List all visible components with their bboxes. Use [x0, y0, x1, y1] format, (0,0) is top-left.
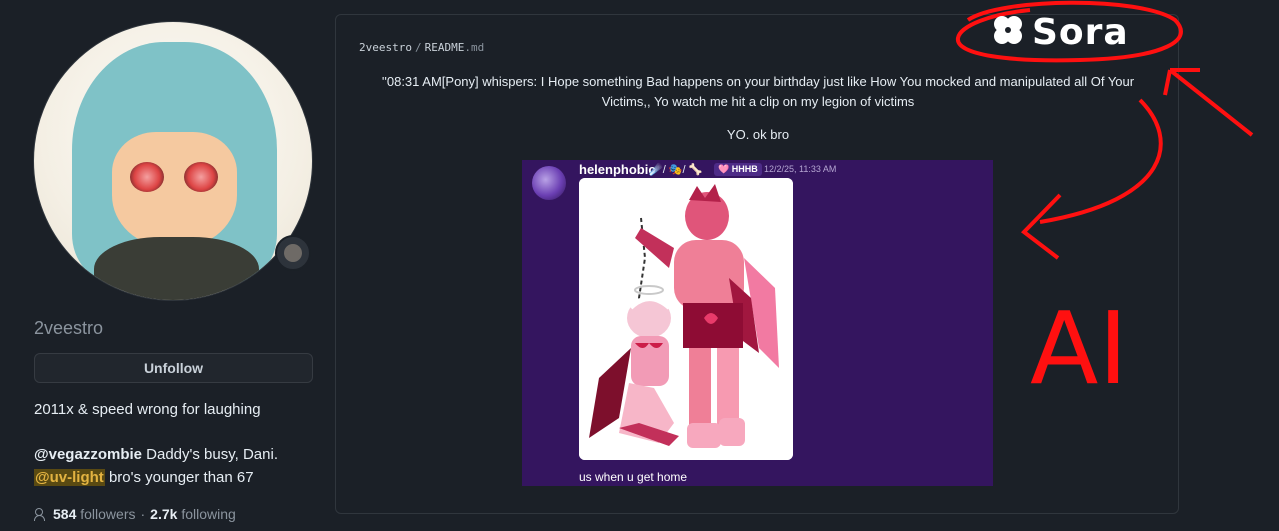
profile-username: 2veestro: [34, 318, 104, 338]
path-separator: /: [414, 41, 422, 54]
profile-status-line-2: @uv-light bro's younger than 67: [34, 469, 254, 486]
avatar-coat: [94, 237, 259, 300]
status-emoji-icon: [284, 244, 302, 262]
status-line-1-text: Daddy's busy, Dani.: [142, 446, 278, 463]
status-emoji-button[interactable]: [275, 235, 311, 271]
arrow-shaft-annotation: [1168, 68, 1254, 137]
mention-link-uv-light[interactable]: @uv-light: [34, 469, 105, 486]
sora-annotation-label: Sora: [1032, 12, 1129, 53]
separator-dot: ·: [140, 506, 146, 522]
discord-timestamp: 12/2/25, 11:33 AM: [764, 164, 837, 174]
illustration-art: [579, 178, 793, 460]
people-icon: [34, 507, 48, 521]
followers-count: 584: [53, 506, 77, 522]
profile-avatar[interactable]: [33, 21, 313, 301]
discord-author: helenphobic: [579, 162, 656, 177]
discord-avatar: [532, 166, 566, 200]
readme-file-name: README: [424, 41, 465, 54]
readme-path: 2veestro / README.md: [359, 41, 484, 54]
readme-quote: ''08:31 AM[Pony] whispers: I Hope someth…: [381, 74, 1135, 109]
following-link[interactable]: 2.7k following: [150, 506, 236, 522]
unfollow-button[interactable]: Unfollow: [34, 353, 313, 383]
discord-server-tag: 🩷 HHHB: [714, 163, 762, 176]
readme-card: 2veestro / README.md ''08:31 AM[Pony] whis…: [335, 14, 1179, 514]
readme-file-ext: .md: [464, 41, 485, 54]
readme-file-link[interactable]: README.md: [425, 41, 485, 54]
ai-annotation-label: AI: [1030, 290, 1128, 407]
avatar-eye-left: [130, 162, 164, 192]
follow-stats: 584 followers · 2.7k following: [34, 506, 236, 522]
discord-message: us when u get home: [579, 470, 688, 484]
discord-screenshot: helenphobic ☄️/ 🎭/ 🦴 🩷 HHHB 12/2/25, 11:…: [522, 160, 993, 486]
profile-bio: 2011x & speed wrong for laughing: [34, 401, 261, 418]
avatar-face: [112, 132, 237, 247]
readme-owner-link[interactable]: 2veestro: [359, 41, 412, 54]
mention-link-vegazzombie[interactable]: @vegazzombie: [34, 446, 142, 463]
followers-link[interactable]: 584 followers: [53, 506, 136, 522]
profile-status-line-1: @vegazzombie Daddy's busy, Dani.: [34, 446, 278, 463]
discord-author-emojis: ☄️/ 🎭/ 🦴: [649, 164, 703, 176]
avatar-eye-right: [184, 162, 218, 192]
status-line-2-text: bro's younger than 67: [104, 469, 254, 486]
following-count: 2.7k: [150, 506, 178, 522]
following-label: following: [181, 506, 236, 522]
discord-attached-illustration: [579, 178, 793, 460]
followers-label: followers: [80, 506, 136, 522]
readme-reply: YO. ok bro: [726, 127, 790, 142]
